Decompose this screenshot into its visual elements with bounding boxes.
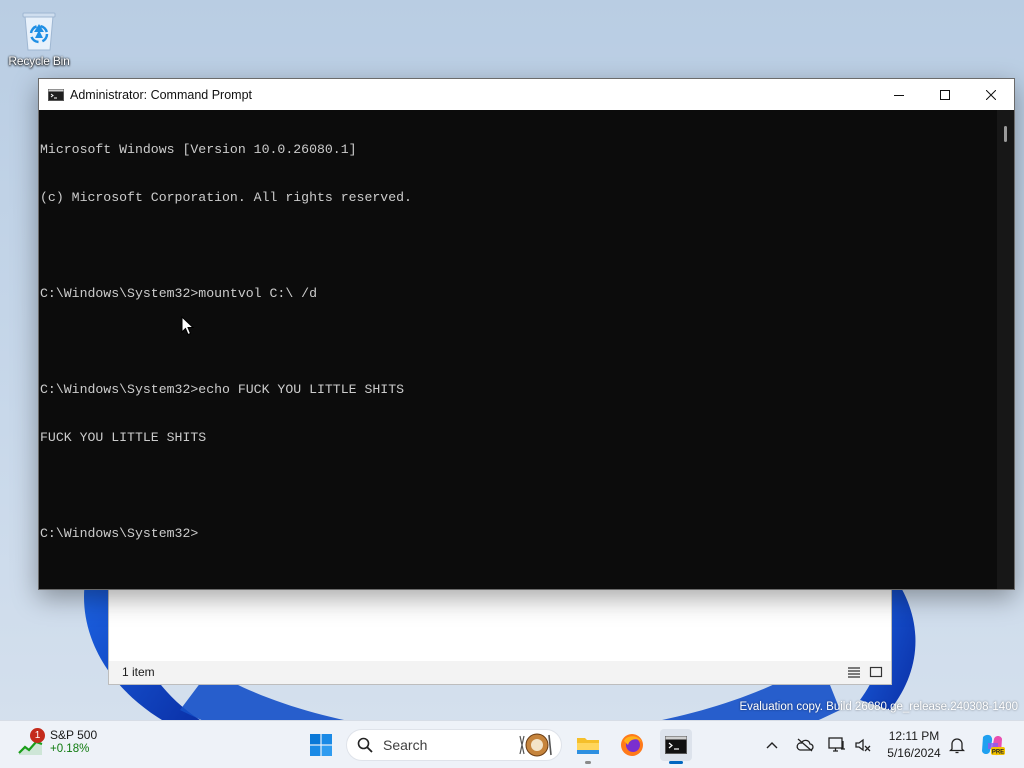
clock-date: 5/16/2024: [887, 746, 941, 760]
clock[interactable]: 12:11 PM 5/16/2024: [880, 729, 948, 760]
stock-trend-icon: 1: [18, 727, 45, 755]
close-icon: [986, 89, 996, 100]
console-line: (c) Microsoft Corporation. All rights re…: [40, 190, 412, 205]
details-view-icon[interactable]: [847, 665, 861, 679]
console-prompt[interactable]: C:\Windows\System32>: [40, 526, 997, 542]
widget-badge: 1: [30, 727, 45, 743]
file-explorer-taskbar-button[interactable]: [572, 729, 604, 764]
notifications-icon: [949, 738, 965, 754]
console-line: Microsoft Windows [Version 10.0.26080.1]: [40, 142, 357, 157]
copilot-icon: PRE: [982, 734, 1005, 756]
scrollbar-thumb[interactable]: [1004, 126, 1007, 142]
active-indicator: [669, 761, 683, 764]
close-button[interactable]: [968, 79, 1014, 110]
start-button[interactable]: [305, 729, 337, 761]
stock-widget[interactable]: 1 S&P 500 +0.18%: [18, 727, 98, 755]
console-line: C:\Windows\System32>mountvol C:\ /d: [40, 286, 317, 301]
firefox-icon: [621, 734, 643, 756]
explorer-status: 1 item: [122, 665, 155, 679]
recycle-bin[interactable]: Recycle Bin: [6, 8, 72, 68]
terminal-icon: [665, 736, 687, 754]
minimize-button[interactable]: [876, 79, 922, 110]
command-prompt-taskbar-button[interactable]: [660, 729, 692, 764]
recycle-bin-icon: [22, 12, 56, 51]
search-highlight-icon: [519, 733, 552, 757]
copilot-button[interactable]: PRE: [978, 721, 1006, 768]
view-buttons: [847, 665, 883, 679]
cmd-icon: [48, 88, 64, 101]
show-hidden-icons-button[interactable]: [762, 721, 782, 768]
clock-time: 12:11 PM: [888, 729, 940, 743]
mouse-cursor-icon: [181, 316, 194, 336]
copilot-badge: PRE: [992, 750, 1004, 756]
file-explorer-icon: [577, 738, 599, 754]
stock-name: S&P 500: [50, 728, 98, 742]
volume-icon: [855, 738, 871, 752]
minimize-icon: [894, 94, 904, 96]
firefox-taskbar-button[interactable]: [616, 729, 648, 761]
vertical-scrollbar[interactable]: [997, 110, 1014, 589]
evaluation-watermark: Evaluation copy. Build 26080.ge_release.…: [739, 701, 1018, 713]
maximize-button[interactable]: [922, 79, 968, 110]
search-icon: [357, 737, 373, 753]
volume-button[interactable]: [852, 721, 874, 768]
running-indicator: [585, 761, 591, 764]
stock-change: +0.18%: [50, 743, 90, 755]
taskbar-search[interactable]: Search: [346, 729, 562, 761]
notifications-button[interactable]: [946, 721, 968, 768]
network-button[interactable]: [826, 721, 848, 768]
tiles-view-icon[interactable]: [869, 665, 883, 679]
onedrive-button[interactable]: [794, 721, 816, 768]
network-icon: [828, 737, 845, 752]
file-explorer-window[interactable]: 1 item: [108, 574, 892, 685]
search-placeholder: Search: [383, 737, 428, 753]
console-line: C:\Windows\System32>echo FUCK YOU LITTLE…: [40, 382, 405, 397]
start-icon: [310, 734, 332, 756]
recycle-bin-label: Recycle Bin: [8, 54, 70, 68]
title-bar[interactable]: Administrator: Command Prompt: [39, 79, 1014, 110]
taskbar: 1 S&P 500 +0.18% Search 12:11 PM 5/16/20…: [0, 720, 1024, 768]
maximize-icon: [940, 89, 950, 100]
chevron-up-icon: [766, 742, 778, 749]
onedrive-offline-icon: [796, 738, 814, 752]
window-title: Administrator: Command Prompt: [70, 87, 253, 102]
console-output[interactable]: Microsoft Windows [Version 10.0.26080.1]…: [39, 110, 997, 589]
console-line: FUCK YOU LITTLE SHITS: [40, 430, 207, 445]
